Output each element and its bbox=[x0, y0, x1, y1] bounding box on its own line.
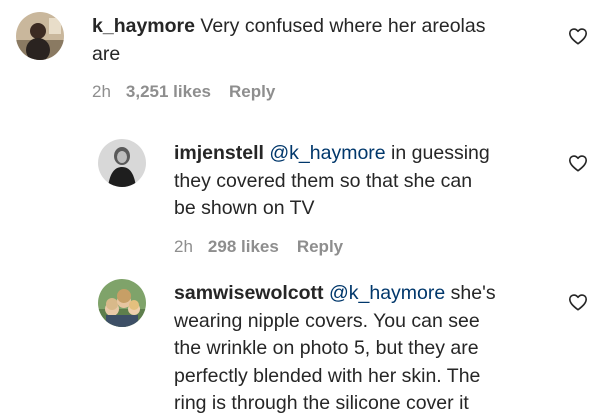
comment-username[interactable]: imjenstell bbox=[174, 142, 264, 164]
reply-button[interactable]: Reply bbox=[229, 82, 275, 102]
comment-username[interactable]: samwisewolcott bbox=[174, 282, 324, 304]
comment-text-line: perfectly blended with her skin. The bbox=[174, 364, 481, 387]
mention-link[interactable]: @k_haymore bbox=[329, 282, 445, 304]
comment-text-line: they covered them so that she can bbox=[174, 169, 473, 192]
comment-text: k_haymore Very confused where her areola… bbox=[92, 13, 562, 68]
heart-outline-icon[interactable] bbox=[568, 27, 588, 45]
avatar[interactable] bbox=[98, 279, 146, 327]
comment-text: samwisewolcott @k_haymore she's wearing … bbox=[174, 280, 564, 418]
comment-text-line: she's bbox=[445, 282, 496, 304]
avatar[interactable] bbox=[98, 139, 146, 187]
comment-meta: 2h 298 likes Reply bbox=[174, 237, 343, 257]
comment-text-line: be shown on TV bbox=[174, 197, 315, 219]
avatar[interactable] bbox=[16, 12, 64, 60]
heart-outline-icon[interactable] bbox=[568, 154, 588, 172]
comment-text-line: are bbox=[92, 42, 121, 65]
mention-link[interactable]: @k_haymore bbox=[269, 142, 385, 164]
comment-username[interactable]: k_haymore bbox=[92, 15, 195, 37]
comment-time[interactable]: 2h bbox=[174, 237, 193, 257]
comment-text-line: Very confused where her areolas bbox=[194, 15, 486, 37]
comment-text-line: wearing nipple covers. You can see bbox=[174, 309, 480, 332]
comment-text-line: the wrinkle on photo 5, but they are bbox=[174, 337, 479, 359]
heart-outline-icon[interactable] bbox=[568, 293, 588, 311]
comment-meta: 2h 3,251 likes Reply bbox=[92, 82, 275, 102]
reply-button[interactable]: Reply bbox=[297, 237, 343, 257]
comment-likes[interactable]: 3,251 likes bbox=[126, 82, 211, 102]
comment-time[interactable]: 2h bbox=[92, 82, 111, 102]
comment-text-line: ring is through the silicone cover it bbox=[174, 392, 469, 414]
comment-likes[interactable]: 298 likes bbox=[208, 237, 279, 257]
comment-text-line: in guessing bbox=[385, 142, 490, 164]
comment-text: imjenstell @k_haymore in guessing they c… bbox=[174, 140, 564, 223]
